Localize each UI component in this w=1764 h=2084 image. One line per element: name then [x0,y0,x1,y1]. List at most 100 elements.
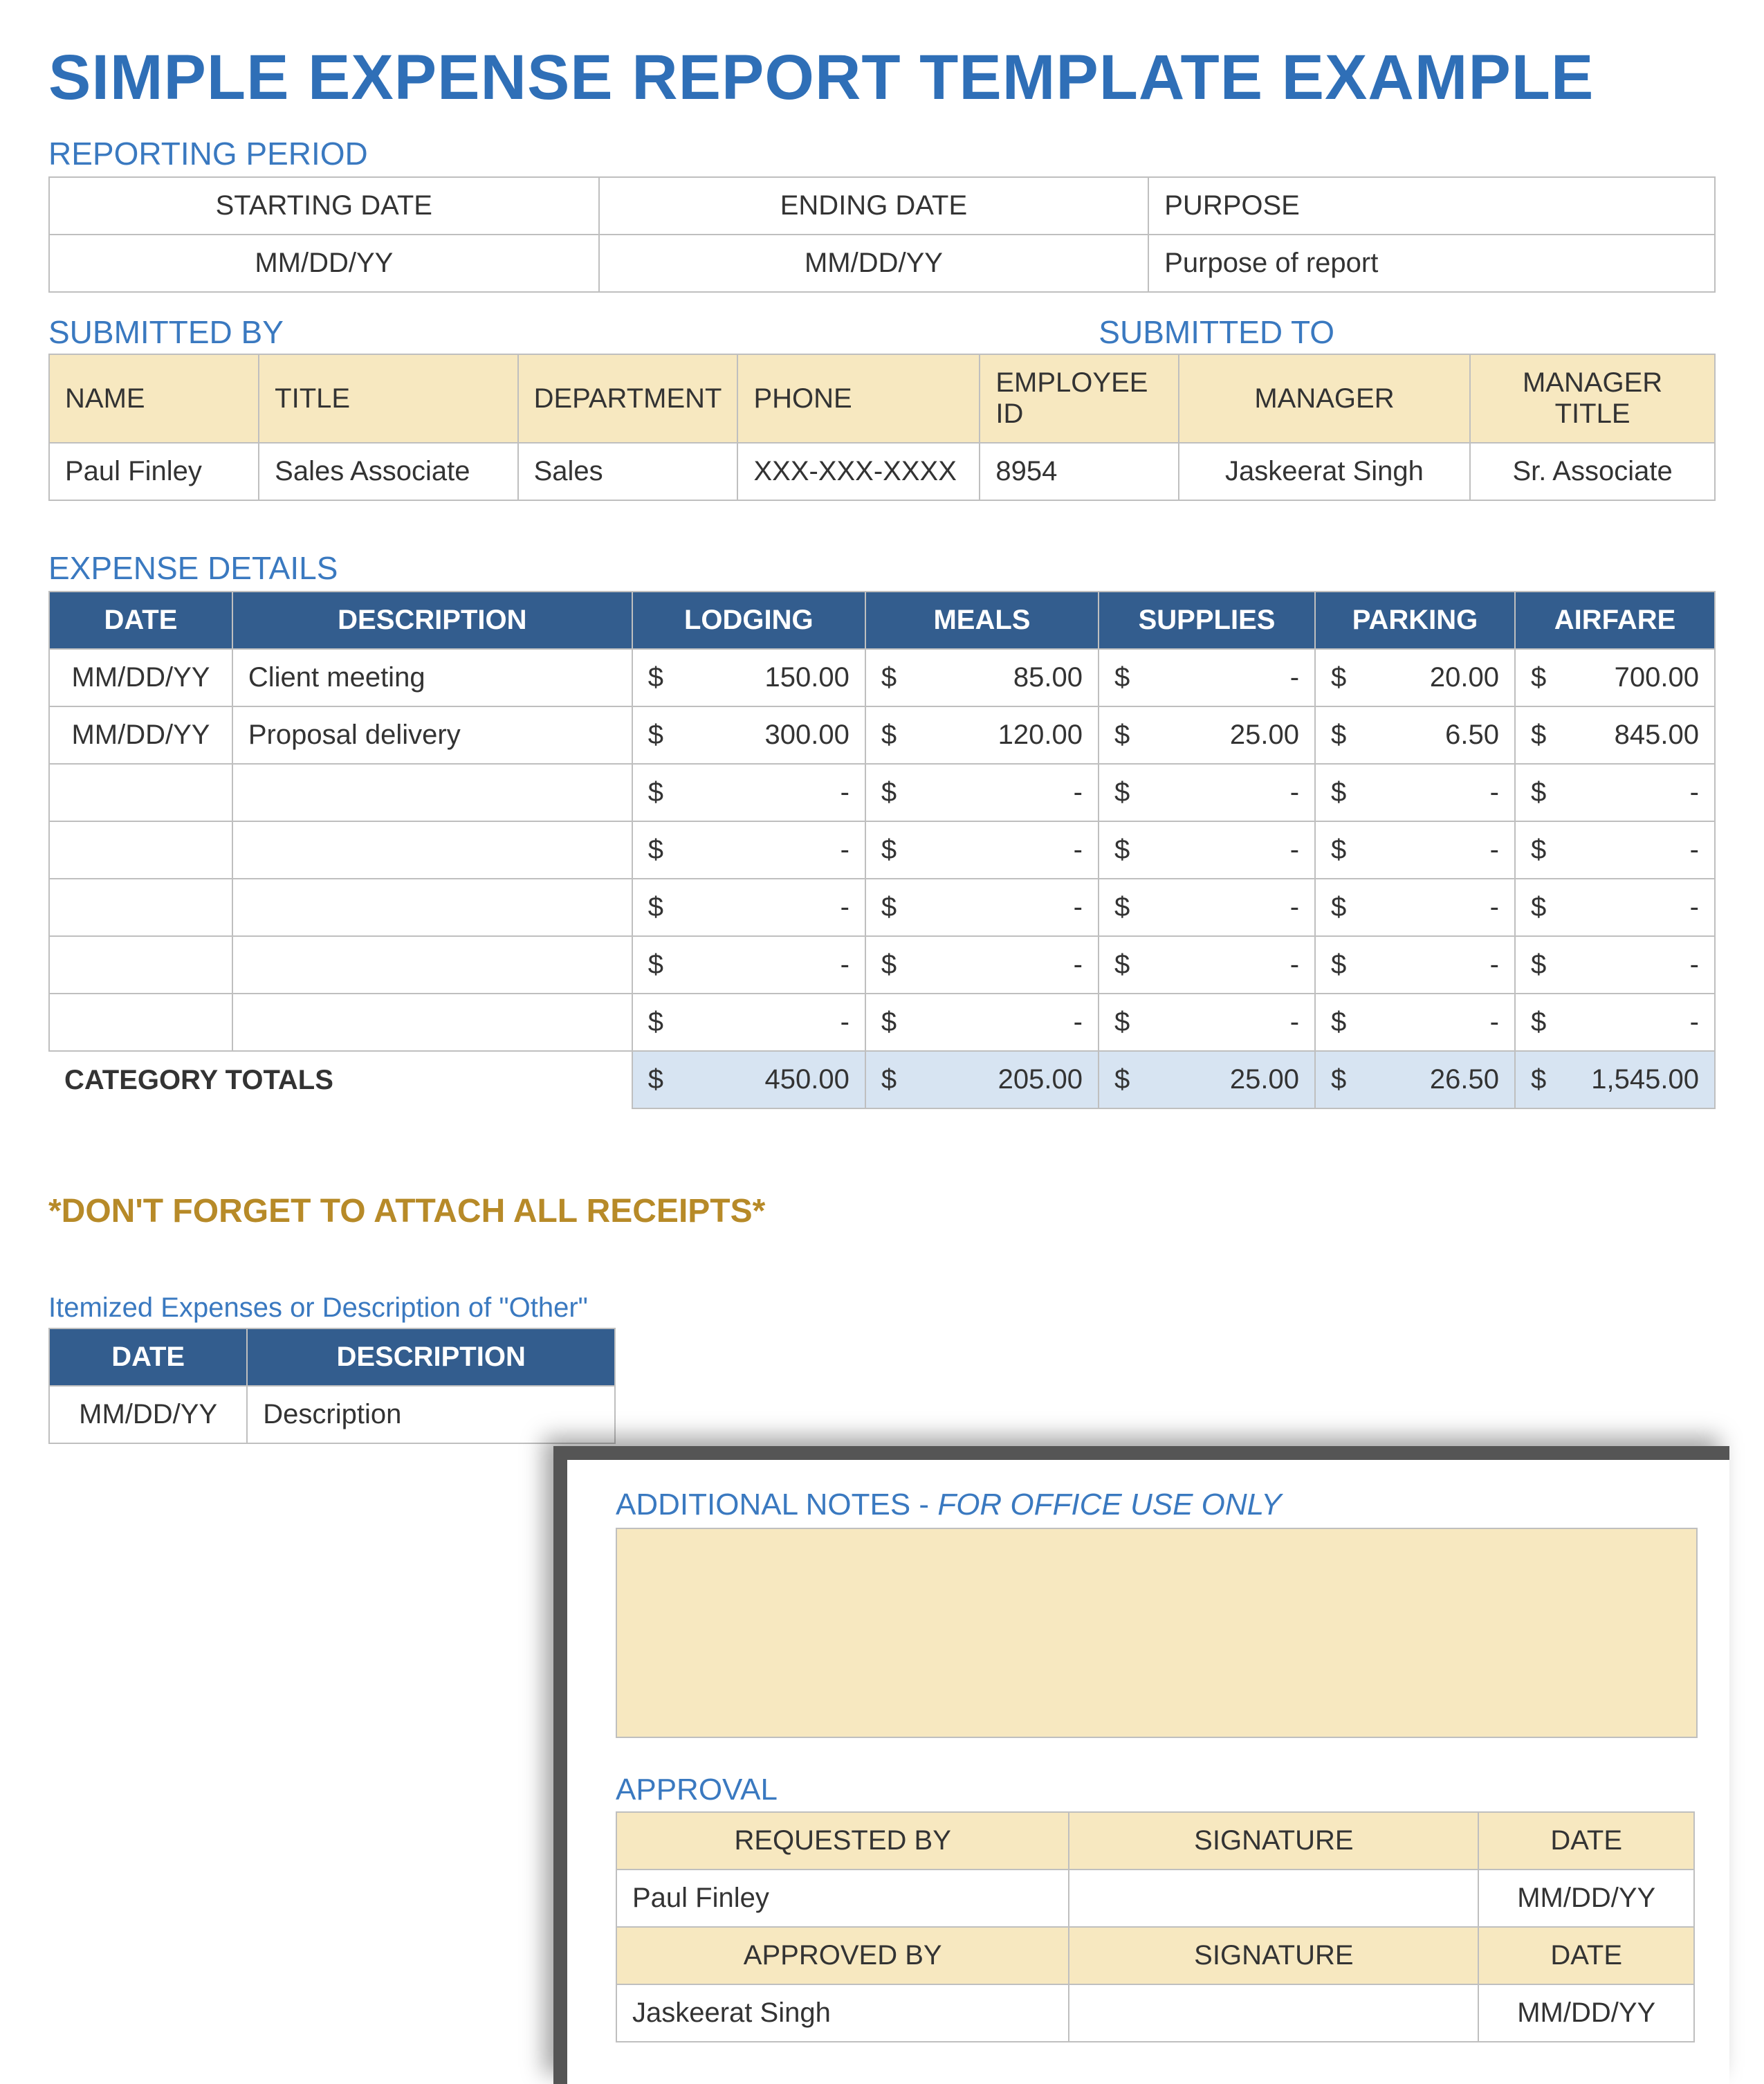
exp-meals[interactable]: $85.00 [865,649,1099,706]
submitted-dept[interactable]: Sales [518,443,738,500]
approval-approved-date[interactable]: MM/DD/YY [1478,1984,1694,2042]
approval-label: APPROVAL [616,1773,1695,1807]
approval-approved-name[interactable]: Jaskeerat Singh [616,1984,1069,2042]
exp-h-parking: PARKING [1315,592,1515,649]
exp-date[interactable] [49,879,232,936]
exp-airfare[interactable]: $- [1515,821,1715,879]
submitted-title-header: TITLE [259,354,517,443]
exp-desc[interactable] [232,764,632,821]
submitted-manager-header: MANAGER [1179,354,1470,443]
reporting-purpose-value[interactable]: Purpose of report [1148,235,1715,292]
exp-h-date: DATE [49,592,232,649]
exp-date[interactable]: MM/DD/YY [49,706,232,764]
exp-desc[interactable] [232,994,632,1051]
exp-desc[interactable]: Client meeting [232,649,632,706]
expense-row: MM/DD/YYClient meeting$150.00$85.00$-$20… [49,649,1715,706]
exp-parking[interactable]: $- [1315,764,1515,821]
exp-date[interactable]: MM/DD/YY [49,649,232,706]
exp-parking[interactable]: $- [1315,879,1515,936]
itemized-h-desc: DESCRIPTION [247,1328,615,1386]
approval-h-date2: DATE [1478,1927,1694,1984]
page-title: SIMPLE EXPENSE REPORT TEMPLATE EXAMPLE [48,42,1716,114]
submitted-manager[interactable]: Jaskeerat Singh [1179,443,1470,500]
total-supplies: $25.00 [1099,1051,1315,1108]
submitted-empid[interactable]: 8954 [980,443,1178,500]
additional-notes-label: ADDITIONAL NOTES - FOR OFFICE USE ONLY [616,1488,1695,1522]
exp-lodging[interactable]: $- [632,994,865,1051]
exp-parking[interactable]: $- [1315,994,1515,1051]
itemized-table: DATE DESCRIPTION MM/DD/YY Description [48,1328,616,1444]
submitted-phone[interactable]: XXX-XXX-XXXX [737,443,980,500]
exp-meals[interactable]: $- [865,764,1099,821]
exp-supplies[interactable]: $- [1099,879,1315,936]
reporting-start-value[interactable]: MM/DD/YY [49,235,599,292]
office-use-inset: ADDITIONAL NOTES - FOR OFFICE USE ONLY A… [553,1446,1729,2084]
approval-approved-signature[interactable] [1069,1984,1478,2042]
exp-date[interactable] [49,821,232,879]
exp-airfare[interactable]: $- [1515,764,1715,821]
exp-lodging[interactable]: $300.00 [632,706,865,764]
exp-supplies[interactable]: $- [1099,994,1315,1051]
exp-meals[interactable]: $- [865,936,1099,994]
exp-parking[interactable]: $- [1315,936,1515,994]
submitted-managertitle[interactable]: Sr. Associate [1470,443,1715,500]
itemized-label: Itemized Expenses or Description of "Oth… [48,1292,1716,1324]
exp-supplies[interactable]: $- [1099,649,1315,706]
exp-date[interactable] [49,936,232,994]
exp-lodging[interactable]: $150.00 [632,649,865,706]
submitted-by-label: SUBMITTED BY [48,313,1099,351]
exp-parking[interactable]: $6.50 [1315,706,1515,764]
exp-desc[interactable] [232,821,632,879]
submitted-phone-header: PHONE [737,354,980,443]
approval-requested-date[interactable]: MM/DD/YY [1478,1870,1694,1927]
exp-meals[interactable]: $- [865,879,1099,936]
additional-notes-box[interactable] [616,1528,1698,1738]
approval-h-signature1: SIGNATURE [1069,1812,1478,1870]
exp-supplies[interactable]: $- [1099,936,1315,994]
exp-airfare[interactable]: $700.00 [1515,649,1715,706]
notes-label-text: ADDITIONAL NOTES - [616,1488,937,1521]
submitted-name[interactable]: Paul Finley [49,443,259,500]
exp-date[interactable] [49,994,232,1051]
exp-lodging[interactable]: $- [632,936,865,994]
reporting-end-value[interactable]: MM/DD/YY [599,235,1149,292]
exp-airfare[interactable]: $- [1515,936,1715,994]
exp-lodging[interactable]: $- [632,764,865,821]
exp-parking[interactable]: $20.00 [1315,649,1515,706]
approval-requested-name[interactable]: Paul Finley [616,1870,1069,1927]
total-meals: $205.00 [865,1051,1099,1108]
reporting-end-header: ENDING DATE [599,177,1149,235]
exp-meals[interactable]: $- [865,821,1099,879]
itemized-desc[interactable]: Description [247,1386,615,1443]
exp-date[interactable] [49,764,232,821]
exp-desc[interactable]: Proposal delivery [232,706,632,764]
exp-airfare[interactable]: $- [1515,994,1715,1051]
submitted-managertitle-header: MANAGER TITLE [1470,354,1715,443]
expense-row: $-$-$-$-$- [49,994,1715,1051]
exp-supplies[interactable]: $- [1099,821,1315,879]
reporting-period-table: STARTING DATE ENDING DATE PURPOSE MM/DD/… [48,176,1716,293]
exp-lodging[interactable]: $- [632,879,865,936]
submitted-empid-header: EMPLOYEE ID [980,354,1178,443]
exp-h-airfare: AIRFARE [1515,592,1715,649]
submitted-table: NAME TITLE DEPARTMENT PHONE EMPLOYEE ID … [48,354,1716,501]
approval-requested-signature[interactable] [1069,1870,1478,1927]
exp-supplies[interactable]: $- [1099,764,1315,821]
exp-lodging[interactable]: $- [632,821,865,879]
reporting-start-header: STARTING DATE [49,177,599,235]
exp-desc[interactable] [232,936,632,994]
exp-meals[interactable]: $120.00 [865,706,1099,764]
itemized-date[interactable]: MM/DD/YY [49,1386,247,1443]
total-airfare: $1,545.00 [1515,1051,1715,1108]
itemized-h-date: DATE [49,1328,247,1386]
exp-parking[interactable]: $- [1315,821,1515,879]
exp-airfare[interactable]: $- [1515,879,1715,936]
submitted-name-header: NAME [49,354,259,443]
approval-h-requested: REQUESTED BY [616,1812,1069,1870]
exp-airfare[interactable]: $845.00 [1515,706,1715,764]
exp-supplies[interactable]: $25.00 [1099,706,1315,764]
exp-meals[interactable]: $- [865,994,1099,1051]
exp-desc[interactable] [232,879,632,936]
expense-row: $-$-$-$-$- [49,936,1715,994]
submitted-title[interactable]: Sales Associate [259,443,517,500]
